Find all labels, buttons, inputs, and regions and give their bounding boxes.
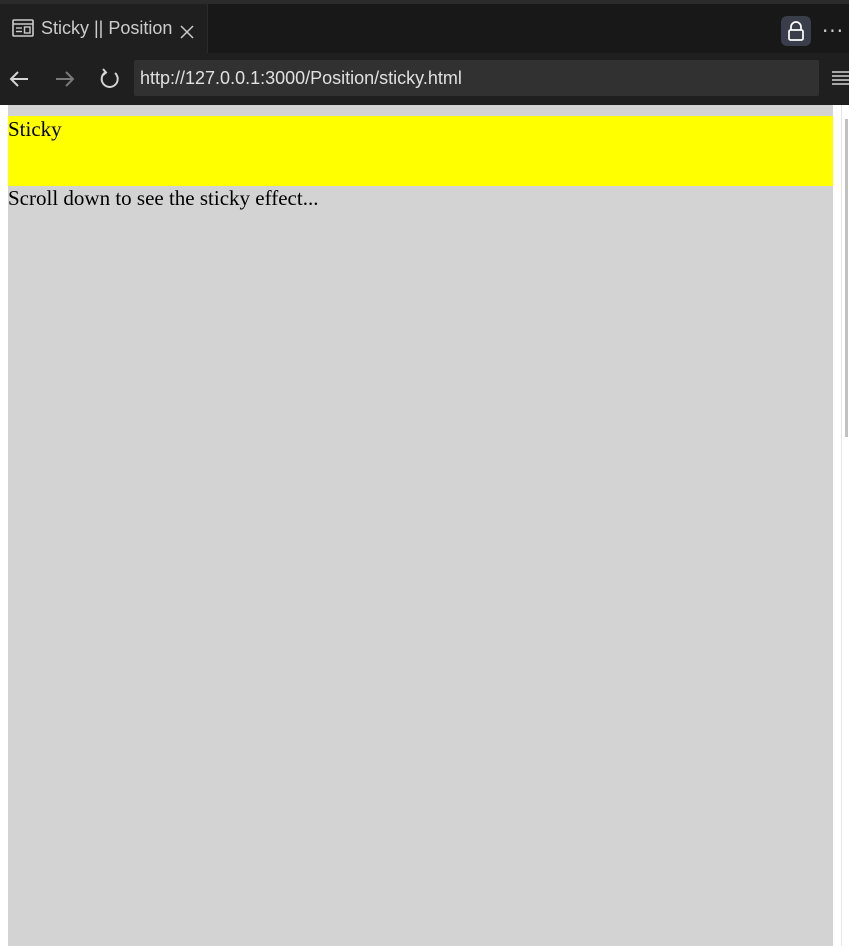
sticky-header: Sticky	[8, 116, 833, 186]
sticky-label: Sticky	[8, 117, 62, 141]
tab-bar: Sticky || Position ···	[0, 0, 849, 53]
scroll-container	[8, 105, 833, 946]
tab-title: Sticky || Position	[41, 18, 173, 38]
more-actions-button[interactable]: ···	[820, 17, 846, 45]
url-input[interactable]: http://127.0.0.1:3000/Position/sticky.ht…	[134, 60, 819, 96]
lock-icon	[788, 21, 804, 41]
body-text: Scroll down to see the sticky effect...	[8, 186, 319, 210]
arrow-right-icon[interactable]	[52, 66, 78, 92]
browser-toolbar: http://127.0.0.1:3000/Position/sticky.ht…	[0, 53, 849, 105]
vertical-scrollbar[interactable]	[841, 105, 849, 946]
arrow-left-icon[interactable]	[7, 66, 33, 92]
preview-icon	[12, 19, 34, 37]
page-viewport: Sticky Scroll down to see the sticky eff…	[0, 105, 849, 946]
reload-icon[interactable]	[97, 66, 123, 92]
lock-button[interactable]	[781, 16, 811, 46]
tab-sticky-position[interactable]: Sticky || Position	[0, 4, 208, 53]
menu-icon[interactable]	[830, 68, 849, 88]
scrollbar-thumb[interactable]	[845, 119, 848, 437]
close-icon[interactable]	[180, 24, 194, 39]
